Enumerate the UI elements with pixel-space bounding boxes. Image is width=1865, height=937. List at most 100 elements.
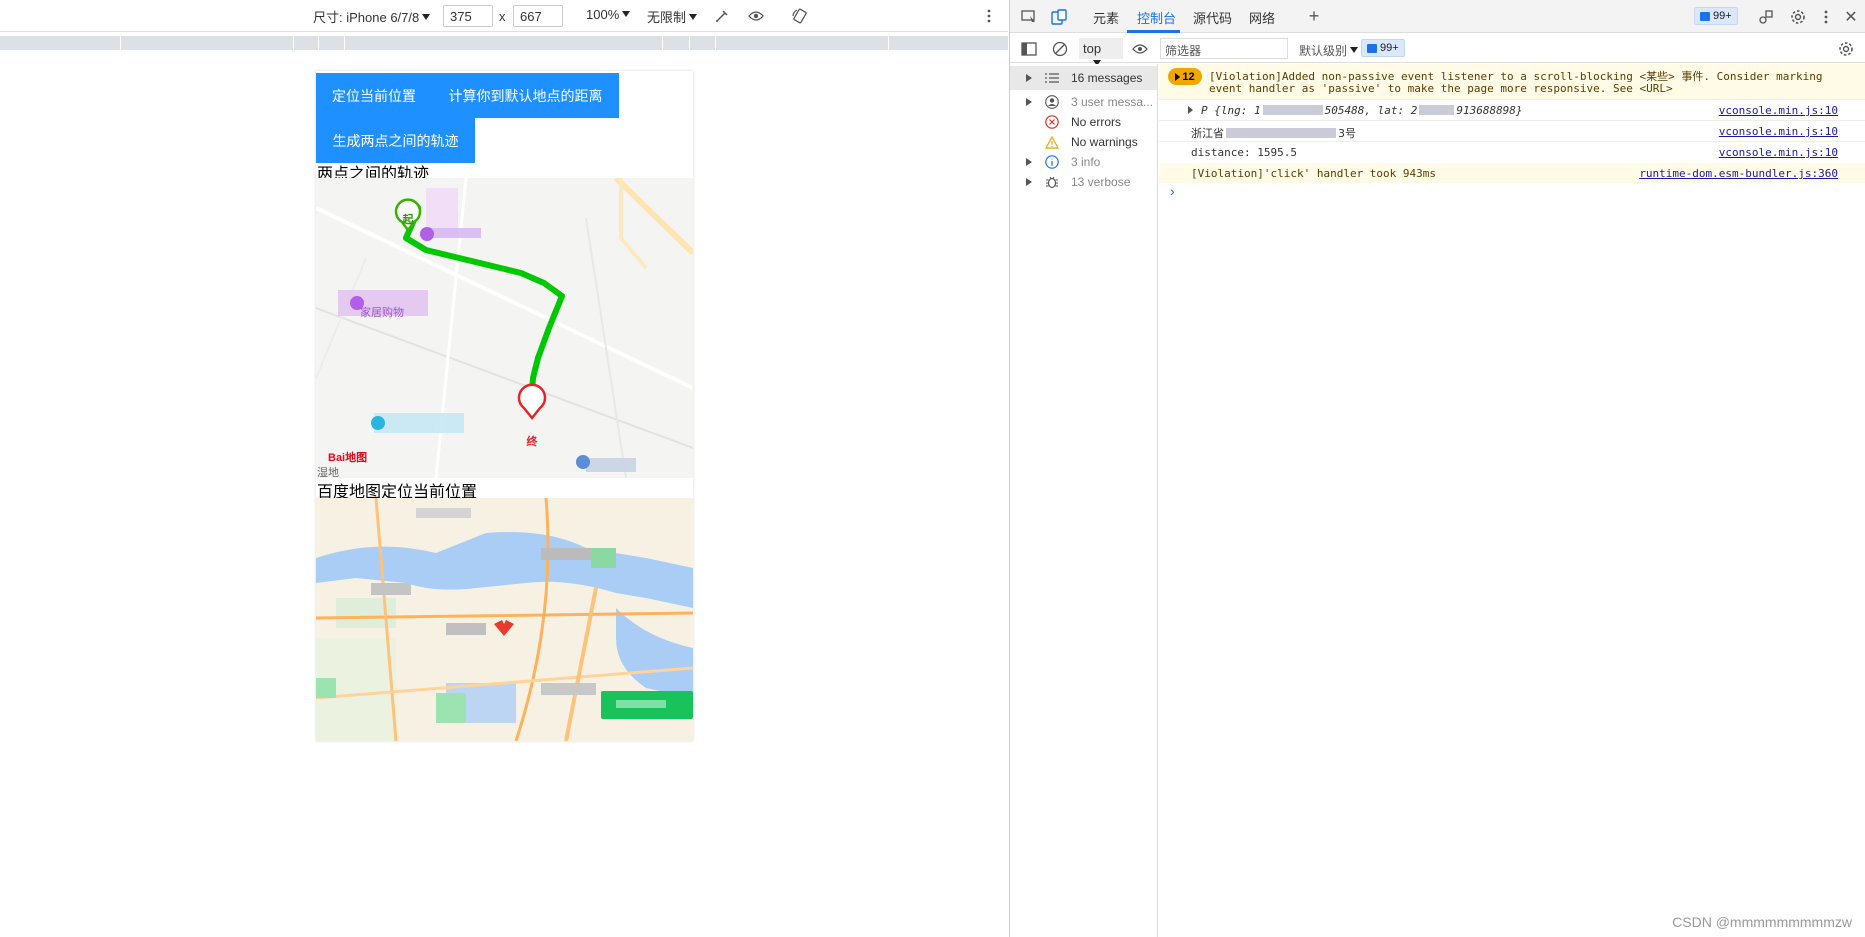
sidebar-item-label: 13 verbose bbox=[1071, 175, 1131, 189]
sidebar-item-label: No warnings bbox=[1071, 135, 1138, 149]
info-icon bbox=[1045, 155, 1059, 169]
sidebar-item-label: 3 info bbox=[1071, 155, 1101, 169]
height-input[interactable]: 667 bbox=[513, 5, 563, 27]
tab-elements[interactable]: 元素 bbox=[1093, 8, 1119, 27]
devtools-tabbar: 元素 控制台 源代码 网络 + 99+ ✕ bbox=[1010, 0, 1865, 33]
ruler-segment[interactable] bbox=[890, 36, 1008, 50]
route-map-canvas bbox=[316, 178, 693, 478]
device-emulation-area: 尺寸: iPhone 6/7/8 375 x 667 100% 无限制 定位当前… bbox=[0, 0, 1008, 937]
log-source-link[interactable]: vconsole.min.js:10 bbox=[1719, 125, 1838, 138]
sidebar-item-label: No errors bbox=[1071, 115, 1122, 129]
log-source-link[interactable]: vconsole.min.js:10 bbox=[1719, 104, 1838, 117]
ruler-segment[interactable] bbox=[0, 36, 121, 50]
ruler-segment[interactable] bbox=[717, 36, 889, 50]
eye-icon[interactable] bbox=[1130, 39, 1150, 59]
location-map[interactable] bbox=[316, 498, 693, 741]
log-address-text: 浙江省 3号 bbox=[1191, 125, 1356, 141]
log-row-warning[interactable]: 12 [Violation]Added non-passive event li… bbox=[1159, 64, 1865, 99]
redacted-block bbox=[1262, 105, 1323, 115]
add-tab-icon[interactable]: + bbox=[1304, 6, 1324, 26]
log-source-link[interactable]: vconsole.min.js:10 bbox=[1719, 146, 1838, 159]
log-object-part: 505488, lat: 2 bbox=[1324, 104, 1418, 117]
filter-input[interactable]: 筛选器 bbox=[1160, 38, 1288, 59]
devtools-panel: 元素 控制台 源代码 网络 + 99+ ✕ top 筛选器 默认级别 99+ 1… bbox=[1009, 0, 1865, 937]
redacted-block bbox=[1419, 105, 1455, 115]
user-icon bbox=[1045, 95, 1059, 109]
console-settings-icon[interactable] bbox=[1836, 39, 1856, 59]
sidebar-toggle-icon[interactable] bbox=[1019, 39, 1039, 59]
message-count: 99+ bbox=[1713, 10, 1732, 22]
phone-viewport: 定位当前位置 计算你到默认地点的距离 生成两点之间的轨迹 两点之间的轨迹 起 终… bbox=[316, 71, 693, 741]
dimension-times: x bbox=[499, 9, 506, 24]
chevron-down-icon bbox=[689, 14, 698, 20]
context-select[interactable]: top bbox=[1079, 38, 1123, 66]
throttle-select[interactable]: 无限制 bbox=[647, 7, 698, 26]
chevron-down-icon bbox=[422, 14, 431, 20]
message-count-badge[interactable]: 99+ bbox=[1694, 7, 1738, 25]
zoom-label: 100% bbox=[586, 7, 620, 22]
expand-icon[interactable] bbox=[1026, 158, 1032, 166]
sidebar-item-messages[interactable]: 16 messages bbox=[1010, 66, 1157, 90]
close-icon[interactable]: ✕ bbox=[1841, 7, 1861, 27]
ruler-segment[interactable] bbox=[691, 36, 716, 50]
zoom-select[interactable]: 100% bbox=[586, 7, 631, 22]
locate-button[interactable]: 定位当前位置 bbox=[316, 73, 432, 118]
clear-console-icon[interactable] bbox=[1050, 39, 1070, 59]
ruler-segment[interactable] bbox=[320, 36, 345, 50]
warning-count-badge[interactable]: 12 bbox=[1168, 68, 1202, 85]
level-label: 默认级别 bbox=[1299, 44, 1348, 58]
console-messages: 12 [Violation]Added non-passive event li… bbox=[1159, 64, 1865, 937]
log-row-violation[interactable]: [Violation]'click' handler took 943ms ru… bbox=[1159, 163, 1865, 183]
device-toggle-icon[interactable] bbox=[1049, 7, 1069, 27]
log-row-object[interactable]: P {lng: 1 505488, lat: 2 913688898} vconso… bbox=[1159, 100, 1865, 120]
list-icon bbox=[1045, 71, 1059, 85]
sidebar-item-verbose[interactable]: 13 verbose bbox=[1010, 170, 1157, 194]
device-toolbar: 尺寸: iPhone 6/7/8 375 x 667 100% 无限制 bbox=[0, 0, 1008, 32]
watermark: CSDN @mmmmmmmmmzw bbox=[1672, 914, 1852, 930]
media-query-ruler[interactable] bbox=[0, 36, 1008, 50]
log-address-part: 浙江省 bbox=[1191, 127, 1224, 140]
level-select[interactable]: 默认级别 bbox=[1299, 42, 1359, 59]
expand-icon[interactable] bbox=[1188, 106, 1193, 114]
log-object-part: P {lng: 1 bbox=[1201, 104, 1261, 117]
sidebar-item-label: 16 messages bbox=[1071, 71, 1143, 85]
route-map[interactable]: 起 终 家居购物 Bai地图 湿地 bbox=[316, 178, 693, 478]
width-input[interactable]: 375 bbox=[443, 5, 493, 27]
expand-icon bbox=[1175, 72, 1181, 81]
eye-icon[interactable] bbox=[746, 6, 766, 26]
more-icon[interactable] bbox=[1816, 7, 1836, 27]
map-action-button[interactable] bbox=[601, 691, 693, 719]
chevron-down-icon bbox=[622, 11, 631, 17]
gear-icon[interactable] bbox=[1788, 7, 1808, 27]
more-icon[interactable] bbox=[979, 6, 999, 26]
ruler-segment[interactable] bbox=[664, 36, 690, 50]
tab-network[interactable]: 网络 bbox=[1249, 8, 1275, 27]
expand-icon[interactable] bbox=[1026, 74, 1032, 82]
tab-console[interactable]: 控制台 bbox=[1137, 8, 1176, 27]
log-text: event handler as 'passive' to make the p… bbox=[1209, 82, 1673, 95]
baidu-logo: Bai地图 bbox=[328, 452, 368, 464]
customize-icon[interactable] bbox=[1756, 7, 1776, 27]
log-object-text: P {lng: 1 505488, lat: 2 913688898} bbox=[1201, 104, 1523, 117]
tab-sources[interactable]: 源代码 bbox=[1193, 8, 1232, 27]
distance-button[interactable]: 计算你到默认地点的距离 bbox=[432, 73, 619, 118]
filter-message-badge[interactable]: 99+ bbox=[1361, 39, 1405, 57]
device-select[interactable]: 尺寸: iPhone 6/7/8 bbox=[313, 7, 431, 26]
expand-icon[interactable] bbox=[1026, 178, 1032, 186]
ruler-segment[interactable] bbox=[122, 36, 294, 50]
expand-icon[interactable] bbox=[1026, 98, 1032, 106]
console-toolbar: top 筛选器 默认级别 99+ bbox=[1010, 34, 1865, 66]
rotate-icon[interactable] bbox=[790, 6, 810, 26]
log-row-distance[interactable]: distance: 1595.5 vconsole.min.js:10 bbox=[1159, 142, 1865, 162]
track-button[interactable]: 生成两点之间的轨迹 bbox=[316, 118, 475, 163]
inspect-icon[interactable] bbox=[1019, 7, 1039, 27]
console-prompt[interactable]: › bbox=[1170, 183, 1175, 199]
ruler-segment[interactable] bbox=[295, 36, 319, 50]
ruler-segment[interactable] bbox=[346, 36, 663, 50]
message-icon bbox=[1700, 11, 1710, 21]
log-source-link[interactable]: runtime-dom.esm-bundler.js:360 bbox=[1639, 167, 1838, 180]
poi-label: 家居购物 bbox=[360, 307, 404, 319]
log-row-address[interactable]: 浙江省 3号 vconsole.min.js:10 bbox=[1159, 121, 1865, 141]
sensor-icon[interactable] bbox=[712, 6, 732, 26]
bug-icon bbox=[1045, 175, 1059, 189]
